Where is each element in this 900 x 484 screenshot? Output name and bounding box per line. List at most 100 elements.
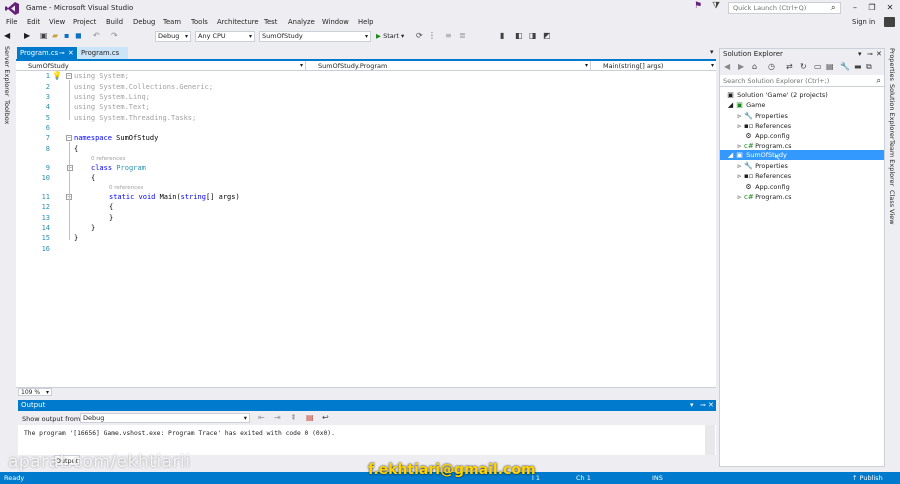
fold-toggle[interactable]: −	[67, 165, 73, 171]
clear-bookmarks-icon[interactable]: ◩	[543, 31, 551, 40]
solution-search-input[interactable]: Search Solution Explorer (Ctrl+;) ⌕	[720, 75, 884, 87]
quick-launch-box[interactable]: Quick Launch (Ctrl+Q) ⌕	[728, 2, 841, 14]
tree-item-references[interactable]: ▹ ▪▫ References	[735, 121, 791, 131]
class-diagram-icon[interactable]: ⧉	[866, 62, 872, 72]
collapse-arrow-icon[interactable]: ▹	[735, 111, 744, 121]
menu-debug[interactable]: Debug	[133, 18, 155, 26]
tree-item-program-cs[interactable]: ▹ c# Program.cs	[735, 192, 792, 202]
account-avatar-icon[interactable]	[884, 17, 895, 27]
auto-hide-pin-icon[interactable]: ⊸	[867, 49, 873, 60]
publish-button[interactable]: ↑ Publish	[852, 474, 883, 482]
fold-toggle[interactable]: −	[66, 135, 72, 141]
expand-arrow-icon[interactable]: ◢	[726, 100, 735, 110]
member-nav-select[interactable]: Main(string[] args) ▾	[591, 61, 716, 71]
refresh-icon[interactable]: ↻	[800, 62, 807, 71]
next-bookmark-icon[interactable]: ◨	[529, 31, 537, 40]
back-icon[interactable]: ◀	[724, 62, 730, 71]
menu-project[interactable]: Project	[73, 18, 96, 26]
close-button[interactable]: ✕	[882, 1, 898, 15]
menu-analyze[interactable]: Analyze	[288, 18, 315, 26]
notifications-filter-icon[interactable]: ⧩	[712, 1, 720, 11]
menu-help[interactable]: Help	[358, 18, 374, 26]
close-icon[interactable]: ✕	[708, 400, 714, 411]
menu-team[interactable]: Team	[163, 18, 181, 26]
back-icon[interactable]: ◀	[4, 31, 10, 40]
redo-icon[interactable]: ↷	[111, 31, 118, 40]
output-source-select[interactable]: Debug ▾	[80, 413, 250, 423]
output-text-area[interactable]: The program '[16656] Game.vshost.exe: Pr…	[18, 425, 716, 455]
properties-tab[interactable]: Properties	[888, 48, 896, 81]
menu-build[interactable]: Build	[106, 18, 123, 26]
menu-view[interactable]: View	[49, 18, 65, 26]
menu-architecture[interactable]: Architecture	[217, 18, 259, 26]
pending-changes-filter-icon[interactable]: ◷	[768, 62, 775, 71]
restore-button[interactable]: ❐	[864, 1, 880, 15]
lightbulb-icon[interactable]: 💡	[52, 71, 62, 80]
properties-wrench-icon[interactable]: 🔧	[840, 62, 850, 71]
forward-icon[interactable]: ▶	[24, 31, 30, 40]
startup-project-select[interactable]: SumOfStudy ▾	[259, 31, 371, 42]
fold-toggle[interactable]: −	[66, 73, 72, 79]
new-item-icon[interactable]: ▣	[40, 31, 48, 40]
tree-item-properties[interactable]: ▹ 🔧 Properties	[735, 111, 788, 121]
expand-arrow-icon[interactable]: ◢	[726, 150, 735, 160]
code-editor[interactable]: 💡 1 2 3 4 5 6 7 8 9 10 11 12 13 14 15 16…	[16, 71, 716, 387]
collapse-arrow-icon[interactable]: ▹	[735, 192, 744, 202]
codelens-references[interactable]: 0 references	[109, 185, 143, 191]
menu-tools[interactable]: Tools	[191, 18, 208, 26]
show-all-files-icon[interactable]: ▤	[826, 62, 834, 71]
tree-item-project-game[interactable]: ◢ ▣ Game	[726, 100, 766, 110]
format-icon[interactable]: ≡	[445, 31, 452, 40]
tab-program-cs-active[interactable]: Program.cs ⊸ ✕	[17, 47, 77, 59]
save-icon[interactable]: ▪	[64, 31, 69, 40]
auto-hide-pin-icon[interactable]: ⊸	[700, 400, 706, 411]
server-explorer-tab[interactable]: Server Explorer	[3, 46, 11, 96]
sync-icon[interactable]: ⇄	[786, 62, 793, 71]
clear-all-icon[interactable]: ▤	[306, 413, 314, 422]
tree-item-references[interactable]: ▹ ▪▫ References	[735, 171, 791, 181]
collapse-arrow-icon[interactable]: ▹	[735, 161, 744, 171]
toolbar-overflow-icon[interactable]: ⋮	[428, 31, 436, 40]
forward-icon[interactable]: ▶	[738, 62, 744, 71]
feedback-flag-icon[interactable]: ⚑	[694, 1, 702, 11]
tab-program-cs[interactable]: Program.cs	[78, 47, 128, 59]
team-explorer-tab[interactable]: Team Explorer	[888, 140, 896, 186]
browser-link-icon[interactable]: ⟳	[416, 31, 423, 40]
menu-test[interactable]: Test	[264, 18, 277, 26]
bookmark-icon[interactable]: ▮	[500, 31, 504, 40]
collapse-all-icon[interactable]: ▭	[814, 62, 822, 71]
sign-in-link[interactable]: Sign in	[852, 18, 875, 26]
type-nav-select[interactable]: SumOfStudy.Program ▾	[306, 61, 591, 71]
next-message-icon[interactable]: ⇥	[274, 413, 281, 422]
minimize-button[interactable]: –	[847, 1, 863, 15]
prev-bookmark-icon[interactable]: ◧	[515, 31, 523, 40]
menu-file[interactable]: File	[6, 18, 17, 26]
preview-icon[interactable]: ▬	[854, 62, 862, 71]
pin-icon[interactable]: ⊸	[59, 47, 65, 59]
start-button[interactable]: ▶ Start ▾	[376, 32, 404, 40]
collapse-arrow-icon[interactable]: ▹	[735, 121, 744, 131]
output-scrollbar[interactable]	[705, 425, 715, 455]
tree-item-app-config[interactable]: ⚙ App.config	[744, 182, 789, 192]
find-message-icon[interactable]: ⇤	[258, 413, 265, 422]
window-position-icon[interactable]: ▾	[690, 400, 694, 411]
menu-edit[interactable]: Edit	[27, 18, 40, 26]
undo-icon[interactable]: ↶	[93, 31, 100, 40]
class-view-tab[interactable]: Class View	[888, 190, 896, 225]
save-all-icon[interactable]: ◼	[75, 31, 82, 40]
platform-select[interactable]: Any CPU ▾	[195, 31, 255, 42]
close-icon[interactable]: ✕	[876, 49, 882, 60]
word-wrap-icon[interactable]: ↩	[322, 413, 329, 422]
toolbox-tab[interactable]: Toolbox	[3, 100, 11, 124]
open-folder-icon[interactable]: ▰	[52, 31, 58, 40]
comment-icon[interactable]: ≣	[459, 31, 466, 40]
tree-item-properties[interactable]: ▹ 🔧 Properties	[735, 161, 788, 171]
config-select[interactable]: Debug ▾	[155, 31, 191, 42]
codelens-references[interactable]: 0 references	[91, 156, 125, 162]
collapse-arrow-icon[interactable]: ▹	[735, 171, 744, 181]
solution-explorer-tab[interactable]: Solution Explorer	[888, 84, 896, 140]
menu-window[interactable]: Window	[322, 18, 349, 26]
zoom-select[interactable]: 109 % ▾	[18, 388, 52, 396]
project-nav-select[interactable]: SumOfStudy ▾	[16, 61, 306, 71]
window-position-icon[interactable]: ▾	[858, 49, 862, 60]
